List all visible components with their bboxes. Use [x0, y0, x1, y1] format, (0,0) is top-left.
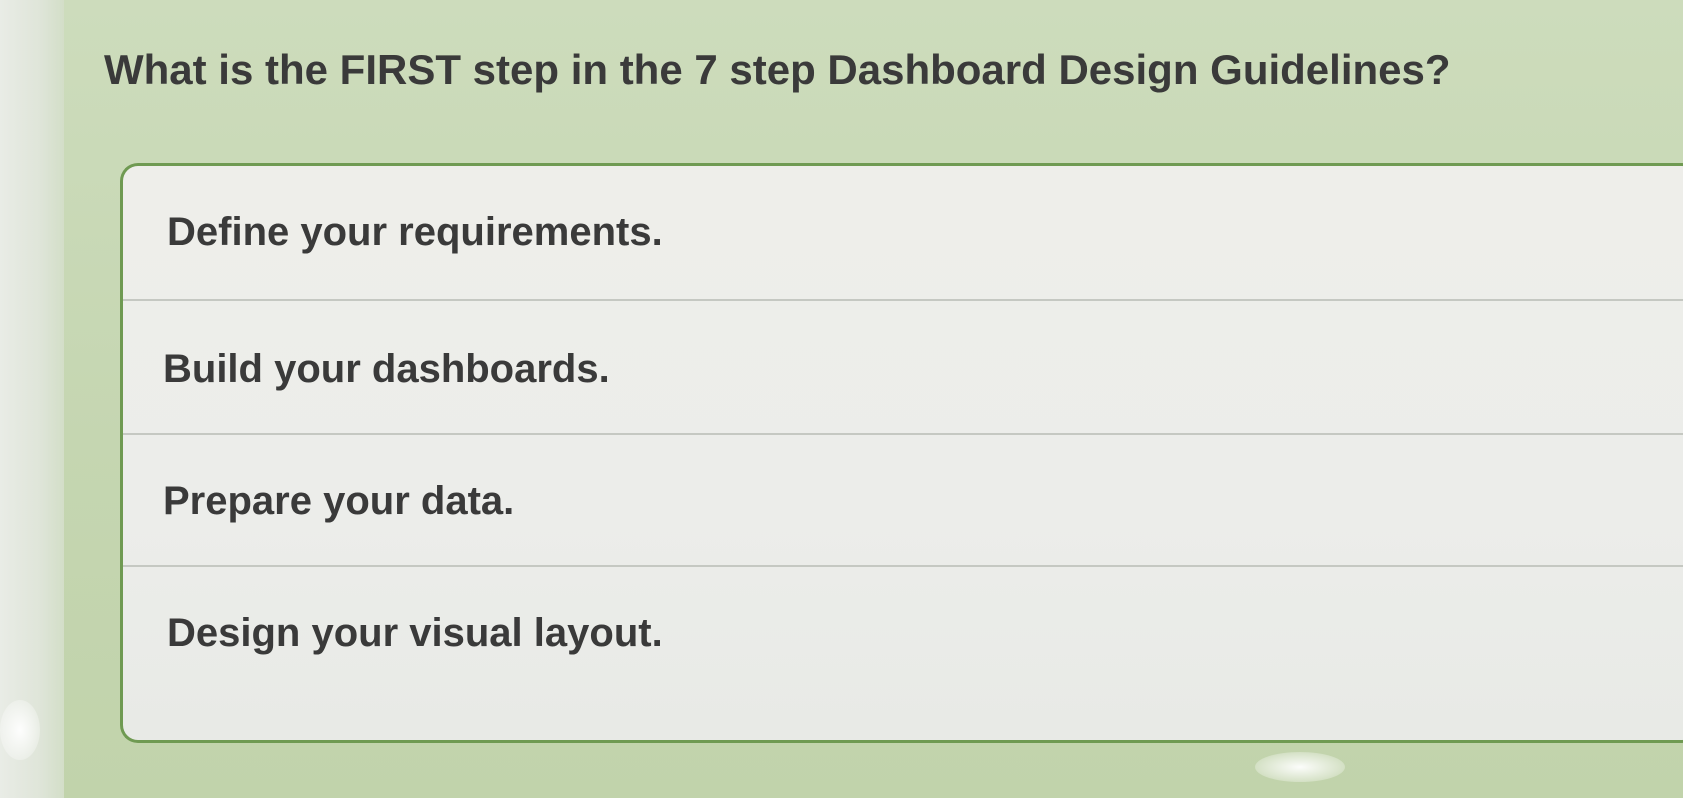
answer-option-label: Design your visual layout. [167, 611, 663, 655]
light-glare [0, 700, 40, 760]
light-glare [1255, 752, 1345, 782]
question-text: What is the FIRST step in the 7 step Das… [104, 46, 1451, 93]
answer-option-label: Prepare your data. [163, 479, 515, 523]
answer-option-3[interactable]: Prepare your data. [123, 435, 1683, 567]
answer-option-2[interactable]: Build your dashboards. [123, 301, 1683, 435]
answer-option-1[interactable]: Define your requirements. [123, 166, 1683, 301]
screen-bezel [0, 0, 72, 798]
answer-option-4[interactable]: Design your visual layout. [123, 567, 1683, 743]
answer-option-label: Build your dashboards. [163, 347, 610, 391]
answer-option-label: Define your requirements. [167, 210, 663, 254]
answer-options: Define your requirements. Build your das… [120, 163, 1683, 743]
